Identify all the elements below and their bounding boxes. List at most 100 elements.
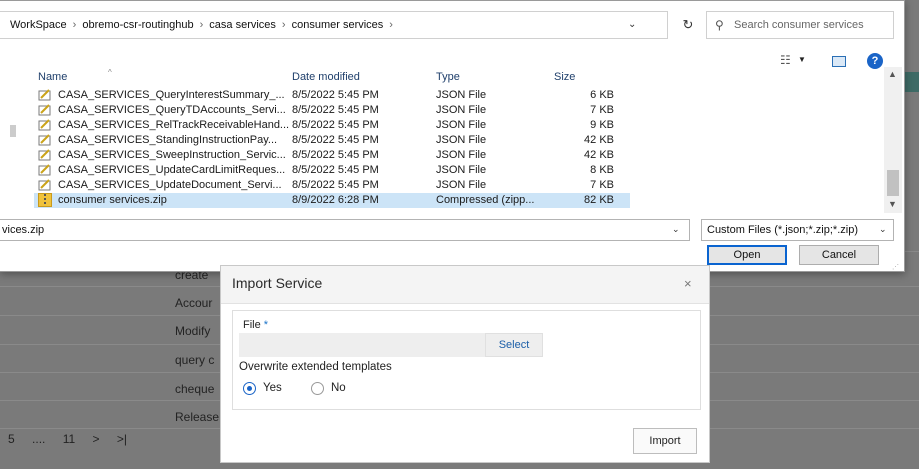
file-type-filter[interactable]: Custom Files (*.json;*.zip;*.zip) ⌄ [701, 219, 894, 241]
dialog-title: Import Service [232, 275, 323, 291]
table-cell: query c [175, 353, 215, 367]
chevron-right-icon[interactable]: › [73, 19, 77, 31]
file-size: 7 KB [590, 104, 614, 116]
json-file-icon [38, 149, 51, 161]
required-mark: * [263, 319, 269, 331]
list-item[interactable]: CASA_SERVICES_UpdateCardLimitReques... 8… [0, 163, 888, 178]
chevron-right-icon[interactable]: › [282, 19, 286, 31]
file-date: 8/5/2022 5:45 PM [292, 134, 379, 146]
file-type: JSON File [436, 134, 487, 146]
breadcrumb-item[interactable]: obremo-csr-routinghub [82, 19, 193, 31]
file-date: 8/5/2022 5:45 PM [292, 89, 379, 101]
file-date: 8/5/2022 5:45 PM [292, 149, 379, 161]
file-type: JSON File [436, 104, 487, 116]
breadcrumb-item[interactable]: WorkSpace [10, 19, 67, 31]
scroll-thumb[interactable] [887, 170, 899, 196]
page-ellipsis: .... [32, 432, 46, 446]
select-file-button[interactable]: Select [485, 333, 543, 357]
column-header-type[interactable]: Type [436, 71, 460, 83]
import-service-dialog: Import Service × File * Select Overwrite … [220, 265, 710, 463]
list-item[interactable]: CASA_SERVICES_RelTrackReceivableHand... … [0, 118, 888, 133]
table-cell: cheque [175, 382, 215, 396]
file-type: JSON File [436, 149, 487, 161]
radio-no-label[interactable]: No [331, 382, 346, 394]
file-name: CASA_SERVICES_RelTrackReceivableHand... [58, 119, 290, 131]
chevron-down-icon[interactable]: ⌄ [879, 224, 887, 235]
background-header-strip [903, 72, 919, 92]
column-header-size[interactable]: Size [554, 71, 575, 83]
list-item-selected[interactable]: consumer services.zip 8/9/2022 6:28 PM C… [34, 193, 630, 208]
file-date: 8/5/2022 5:45 PM [292, 119, 379, 131]
list-item[interactable]: CASA_SERVICES_QueryInterestSummary_... 8… [0, 88, 888, 103]
table-cell: Accour [175, 296, 213, 310]
json-file-icon [38, 179, 51, 191]
file-size: 82 KB [584, 194, 614, 206]
address-bar[interactable]: WorkSpace › obremo-csr-routinghub › casa ser… [0, 11, 668, 39]
refresh-icon[interactable]: ↻ [676, 11, 700, 39]
filter-value: Custom Files (*.json;*.zip;*.zip) [707, 224, 858, 236]
cancel-button[interactable]: Cancel [799, 245, 879, 265]
column-header-date[interactable]: Date modified [292, 71, 360, 83]
file-size: 8 KB [590, 164, 614, 176]
chevron-right-icon[interactable]: › [200, 19, 204, 31]
file-open-dialog: WorkSpace › obremo-csr-routinghub › casa ser… [0, 0, 905, 272]
next-page-button[interactable]: > [93, 432, 100, 446]
dialog-header: Import Service × [221, 266, 709, 304]
list-item[interactable]: CASA_SERVICES_UpdateDocument_Servi... 8/… [0, 178, 888, 193]
breadcrumb-item[interactable]: consumer services [292, 19, 384, 31]
table-cell: Modify [175, 324, 211, 338]
file-name: CASA_SERVICES_StandingInstructionPay... [58, 134, 278, 146]
json-file-icon [38, 89, 51, 101]
page-link[interactable]: 5 [8, 432, 15, 446]
import-button[interactable]: Import [633, 428, 697, 454]
file-type: JSON File [436, 179, 487, 191]
column-header-name[interactable]: Name ^ [38, 68, 112, 83]
view-options-icon[interactable]: ☷ [780, 53, 791, 67]
file-size: 42 KB [584, 149, 614, 161]
file-date: 8/5/2022 5:45 PM [292, 164, 379, 176]
list-item[interactable]: CASA_SERVICES_QueryTDAccounts_Servi... 8… [0, 103, 888, 118]
file-name: CASA_SERVICES_QueryTDAccounts_Servi... [58, 104, 286, 116]
file-path-field[interactable] [239, 333, 485, 357]
file-type: JSON File [436, 89, 487, 101]
file-date: 8/9/2022 6:28 PM [292, 194, 379, 206]
radio-no[interactable] [311, 382, 324, 395]
chevron-down-icon[interactable]: ⌄ [628, 19, 636, 30]
file-size: 9 KB [590, 119, 614, 131]
pagination: 5 .... 11 > >| [8, 432, 141, 446]
scroll-down-icon[interactable]: ▼ [888, 199, 897, 209]
json-file-icon [38, 164, 51, 176]
file-size: 42 KB [584, 134, 614, 146]
vertical-scrollbar[interactable]: ▲ ▼ [884, 67, 902, 213]
radio-yes[interactable] [243, 382, 256, 395]
file-date: 8/5/2022 5:45 PM [292, 104, 379, 116]
file-name: CASA_SERVICES_UpdateCardLimitReques... [58, 164, 286, 176]
file-size: 7 KB [590, 179, 614, 191]
last-page-button[interactable]: >| [117, 432, 127, 446]
page-link[interactable]: 11 [63, 432, 75, 446]
file-type: JSON File [436, 164, 487, 176]
resize-grip-icon[interactable]: ⋰ [892, 263, 899, 271]
json-file-icon [38, 119, 51, 131]
list-item[interactable]: CASA_SERVICES_SweepInstruction_Servic...… [0, 148, 888, 163]
json-file-icon [38, 104, 51, 116]
chevron-right-icon[interactable]: › [389, 19, 393, 31]
sort-up-icon: ^ [108, 68, 112, 77]
file-list: Name ^ Date modified Type Size CASA_SERVI… [0, 67, 888, 213]
breadcrumb-item[interactable]: casa services [209, 19, 276, 31]
open-button[interactable]: Open [707, 245, 787, 265]
chevron-down-icon[interactable]: ⌄ [672, 224, 680, 235]
scroll-up-icon[interactable]: ▲ [888, 69, 897, 79]
file-name: CASA_SERVICES_SweepInstruction_Servic... [58, 149, 286, 161]
search-input[interactable]: ⚲ Search consumer services [706, 11, 894, 39]
preview-pane-icon[interactable] [832, 56, 846, 67]
list-item[interactable]: CASA_SERVICES_StandingInstructionPay... … [0, 133, 888, 148]
file-date: 8/5/2022 5:45 PM [292, 179, 379, 191]
import-form: File * Select Overwrite extended template… [232, 310, 701, 410]
chevron-down-icon[interactable]: ▼ [798, 55, 806, 64]
filename-input[interactable]: vices.zip ⌄ [0, 219, 690, 241]
overwrite-label: Overwrite extended templates [239, 361, 392, 373]
close-icon[interactable]: × [684, 276, 692, 291]
file-size: 6 KB [590, 89, 614, 101]
radio-yes-label[interactable]: Yes [263, 382, 282, 394]
